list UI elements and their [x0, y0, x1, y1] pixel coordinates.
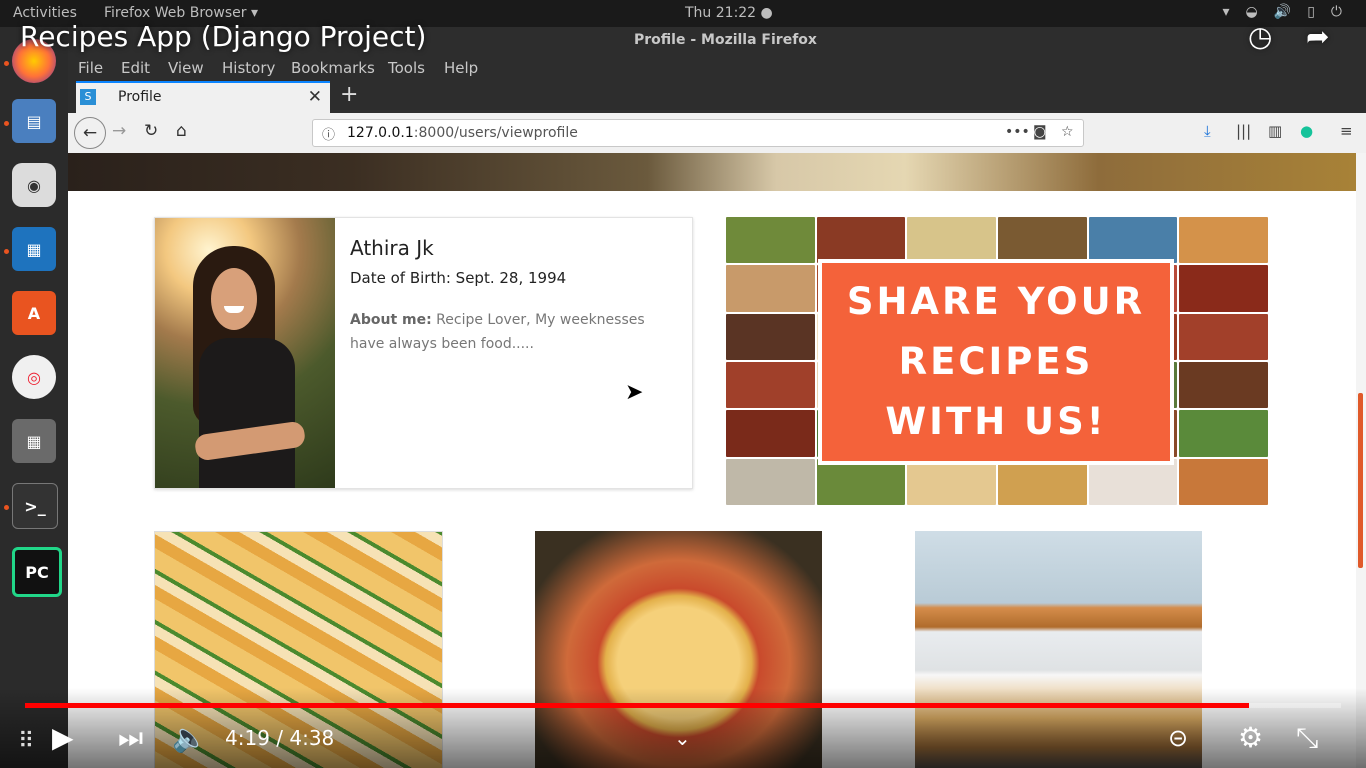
- tab-profile[interactable]: S Profile ✕: [76, 81, 330, 113]
- system-clock[interactable]: Thu 21:22 ●: [685, 5, 773, 21]
- about-label: About me:: [350, 312, 432, 328]
- software-center-icon[interactable]: A: [12, 291, 56, 335]
- share-icon[interactable]: ➦: [1306, 20, 1329, 53]
- video-title[interactable]: Recipes App (Django Project): [20, 20, 426, 53]
- menu-help[interactable]: Help: [444, 59, 478, 77]
- pycharm-icon[interactable]: PC: [12, 547, 62, 597]
- menu-bookmarks[interactable]: Bookmarks: [291, 59, 375, 77]
- grammarly-icon[interactable]: ●: [1300, 122, 1313, 140]
- site-favicon: S: [80, 89, 96, 105]
- files-icon[interactable]: ▤: [12, 99, 56, 143]
- tab-bar: S Profile ✕ +: [68, 81, 1366, 113]
- back-button[interactable]: ←: [74, 117, 106, 149]
- progress-fill: [25, 703, 1249, 708]
- new-tab-button[interactable]: +: [340, 82, 358, 107]
- share-line-1: SHARE YOUR: [846, 280, 1146, 323]
- url-bar[interactable]: ⓘ 127.0.0.1:8000/users/viewprofile ••• ◙…: [312, 119, 1084, 147]
- mouse-cursor-icon: ➤: [625, 380, 644, 405]
- volume-icon[interactable]: 🔈: [172, 721, 207, 755]
- dock: ▤ ◉ ▦ A ◎ ▦ >_ PC: [0, 27, 68, 768]
- power-icon: ⏻: [1330, 4, 1342, 20]
- bookmark-star-icon[interactable]: ☆: [1061, 124, 1074, 140]
- reload-button[interactable]: ↻: [144, 121, 158, 141]
- writer-icon[interactable]: ▦: [12, 227, 56, 271]
- profile-photo: [155, 218, 335, 488]
- header-banner-image: [68, 153, 1356, 191]
- forward-button[interactable]: →: [112, 121, 126, 141]
- play-button[interactable]: ▶: [52, 721, 74, 755]
- activities-button[interactable]: Activities: [13, 5, 77, 21]
- rhythmbox-icon[interactable]: ◉: [12, 163, 56, 207]
- profile-dob: Date of Birth: Sept. 28, 1994: [350, 269, 567, 287]
- firefox-window: Profile - Mozilla Firefox File Edit View…: [68, 27, 1366, 768]
- settings-gear-icon[interactable]: ⚙: [1238, 721, 1263, 755]
- video-progress-bar[interactable]: [25, 703, 1341, 708]
- running-indicator: [4, 249, 9, 254]
- menu-bar: File Edit View History Bookmarks Tools H…: [68, 55, 1366, 81]
- exit-fullscreen-icon[interactable]: ⤡: [1296, 721, 1318, 755]
- wifi-icon: ◒: [1245, 4, 1258, 20]
- chevron-down-icon: ▾: [1222, 4, 1230, 20]
- battery-icon: ▯: [1307, 4, 1315, 20]
- pocket-icon[interactable]: ◙: [1033, 124, 1047, 140]
- page-content: Athira Jk Date of Birth: Sept. 28, 1994 …: [68, 153, 1366, 768]
- page-actions-icon[interactable]: •••: [1005, 124, 1030, 140]
- calculator-icon[interactable]: ▦: [12, 419, 56, 463]
- sidebar-icon[interactable]: ▥: [1268, 122, 1282, 140]
- watch-later-icon[interactable]: ◷: [1248, 20, 1272, 53]
- menu-history[interactable]: History: [222, 59, 275, 77]
- tab-label: Profile: [118, 89, 162, 105]
- home-icon[interactable]: ⌂: [176, 121, 187, 141]
- share-line-2: RECIPES: [898, 340, 1094, 383]
- scrollbar-thumb[interactable]: [1358, 393, 1363, 568]
- running-indicator: [4, 121, 9, 126]
- profile-card: Athira Jk Date of Birth: Sept. 28, 1994 …: [154, 217, 693, 489]
- url-text: 127.0.0.1:8000/users/viewprofile: [347, 125, 578, 141]
- hamburger-menu-icon[interactable]: ≡: [1340, 122, 1353, 140]
- window-title: Profile - Mozilla Firefox: [634, 32, 817, 48]
- autoplay-toggle[interactable]: ⊝: [1168, 721, 1188, 755]
- share-line-3: WITH US!: [885, 400, 1107, 443]
- volume-icon: 🔊: [1273, 4, 1292, 20]
- menu-tools[interactable]: Tools: [388, 59, 425, 77]
- terminal-icon[interactable]: >_: [12, 483, 58, 529]
- drag-handle-icon[interactable]: ⠿: [18, 725, 34, 759]
- library-icon[interactable]: |||: [1236, 122, 1251, 140]
- url-path: :8000/users/viewprofile: [413, 125, 578, 141]
- share-recipes-banner: SHARE YOUR RECIPES WITH US!: [818, 259, 1174, 465]
- download-icon[interactable]: ⤓: [1204, 122, 1211, 140]
- chevron-down-icon[interactable]: ⌄: [674, 721, 691, 755]
- profile-name: Athira Jk: [350, 236, 434, 260]
- navigation-bar: ← → ↻ ⌂ ⓘ 127.0.0.1:8000/users/viewprofi…: [68, 113, 1366, 154]
- menu-file[interactable]: File: [78, 59, 103, 77]
- video-time: 4:19 / 4:38: [225, 726, 335, 750]
- running-indicator: [4, 505, 9, 510]
- info-icon[interactable]: ⓘ: [322, 124, 335, 143]
- next-button[interactable]: ⏭: [118, 721, 143, 755]
- menu-view[interactable]: View: [168, 59, 204, 77]
- url-host: 127.0.0.1: [347, 125, 414, 141]
- page-scrollbar[interactable]: [1356, 153, 1366, 768]
- close-icon[interactable]: ✕: [308, 87, 322, 107]
- system-tray[interactable]: ▾ ◒ 🔊 ▯ ⏻: [1223, 4, 1342, 20]
- menu-edit[interactable]: Edit: [121, 59, 150, 77]
- running-indicator: [4, 61, 9, 66]
- profile-about: About me: Recipe Lover, My weeknesses ha…: [350, 308, 670, 356]
- app-menu[interactable]: Firefox Web Browser ▾: [104, 5, 258, 21]
- help-icon[interactable]: ◎: [12, 355, 56, 399]
